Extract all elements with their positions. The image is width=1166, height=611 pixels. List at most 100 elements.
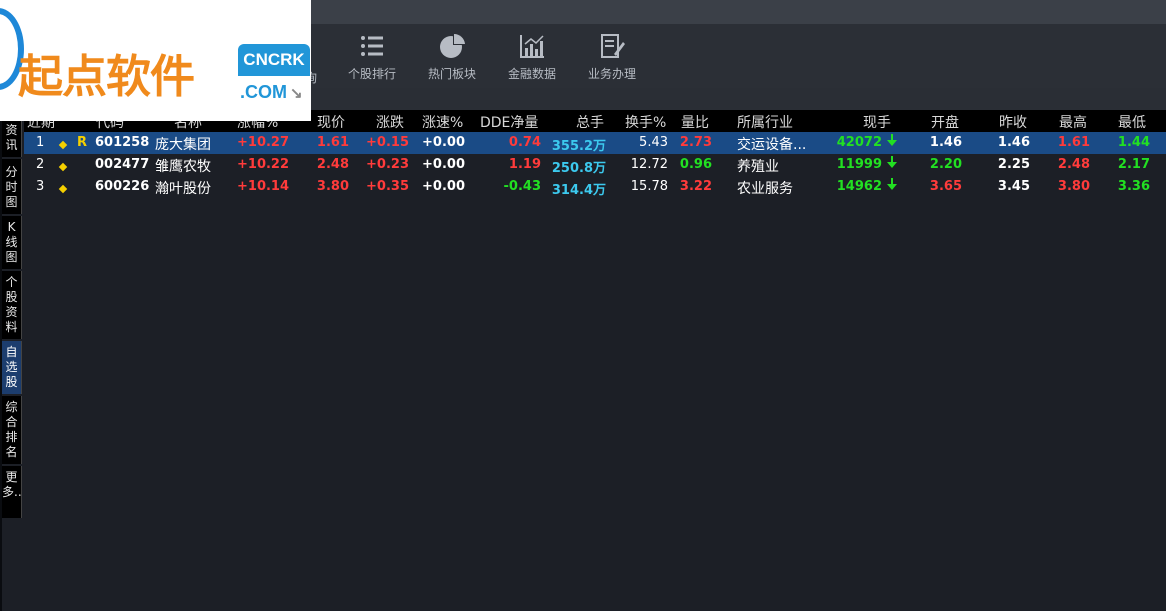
row-speed: +0.00 <box>422 135 465 150</box>
favorite-diamond-icon <box>58 159 68 174</box>
row-cur-volume: 42072 <box>836 135 882 150</box>
row-code: 600226 <box>95 179 150 194</box>
pie-chart-icon <box>440 33 465 58</box>
external-arrow-icon: ↘ <box>290 85 303 102</box>
list-icon <box>361 36 383 56</box>
row-low: 3.36 <box>1117 179 1150 194</box>
logo-brand: 起点软件 <box>18 50 195 103</box>
header-speed[interactable]: 涨速% <box>422 112 463 132</box>
side-tab-more[interactable]: 更多.. <box>2 466 22 518</box>
row-code: 002477 <box>95 157 150 172</box>
row-index: 3 <box>36 179 45 194</box>
row-prev-close: 3.45 <box>997 179 1030 194</box>
row-speed: +0.00 <box>422 179 465 194</box>
row-code: 601258 <box>95 135 150 150</box>
toolbar-label: 业务办理 <box>587 67 636 81</box>
logo-badge-bottom: .COM ↘ <box>238 78 311 106</box>
header-cur-volume[interactable]: 现手 <box>863 112 891 132</box>
row-cur-volume: 11999 <box>836 157 882 172</box>
logo-badge-top: CNCRK <box>238 44 310 76</box>
row-open: 1.46 <box>929 135 962 150</box>
row-open: 2.20 <box>929 157 962 172</box>
row-pct: +10.27 <box>237 135 290 150</box>
watermark-logo: 起点软件 CNCRK .COM ↘ <box>0 0 311 121</box>
header-turnover[interactable]: 换手% <box>625 112 666 132</box>
row-industry: 交运设备... <box>737 137 807 153</box>
row-turnover: 12.72 <box>630 157 668 172</box>
row-pct: +10.14 <box>237 179 290 194</box>
header-industry[interactable]: 所属行业 <box>737 112 793 132</box>
row-high: 3.80 <box>1057 179 1090 194</box>
favorite-diamond-icon <box>58 137 68 152</box>
row-price: 3.80 <box>316 179 349 194</box>
row-change: +0.15 <box>366 135 409 150</box>
header-dde[interactable]: DDE净量 <box>480 112 538 132</box>
row-dde: 1.19 <box>508 157 541 172</box>
row-high: 1.61 <box>1057 135 1090 150</box>
header-low[interactable]: 最低 <box>1118 112 1146 132</box>
row-dde: -0.43 <box>503 179 541 194</box>
favorite-diamond-icon <box>58 181 68 196</box>
row-volume: 250.8万 <box>551 161 606 176</box>
row-volume: 355.2万 <box>551 139 606 154</box>
row-low: 1.44 <box>1117 135 1150 150</box>
document-edit-icon <box>601 34 625 58</box>
header-prev-close[interactable]: 昨收 <box>999 112 1027 132</box>
header-open[interactable]: 开盘 <box>931 112 959 132</box>
toolbar-label: 热门板块 <box>427 67 476 81</box>
side-tabs: 资讯 分时图 K线图 个股资料 自选股 综合排名 更多.. <box>2 121 22 520</box>
row-open: 3.65 <box>929 179 962 194</box>
side-tab-watchlist[interactable]: 自选股 <box>2 341 22 394</box>
toolbar-item-stock-ranking[interactable]: 个股排行 <box>333 32 411 82</box>
down-arrow-icon <box>885 156 897 173</box>
row-change: +0.23 <box>366 157 409 172</box>
table-row[interactable]: 2 002477 雏鹰农牧 +10.22 2.48 +0.23 +0.00 1.… <box>24 154 1166 176</box>
row-turnover: 15.78 <box>630 179 668 194</box>
toolbar-item-business[interactable]: 业务办理 <box>573 32 651 82</box>
row-industry: 养殖业 <box>737 159 779 175</box>
row-industry: 农业服务 <box>737 181 793 197</box>
row-high: 2.48 <box>1057 157 1090 172</box>
header-high[interactable]: 最高 <box>1059 112 1087 132</box>
row-ratio: 0.96 <box>679 157 712 172</box>
row-index: 1 <box>36 135 45 150</box>
header-ratio[interactable]: 量比 <box>681 112 709 132</box>
row-prev-close: 1.46 <box>997 135 1030 150</box>
table-row[interactable]: 3 600226 瀚叶股份 +10.14 3.80 +0.35 +0.00 -0… <box>24 176 1166 198</box>
side-tab-intraday[interactable]: 分时图 <box>2 159 22 214</box>
header-price[interactable]: 现价 <box>317 112 345 132</box>
side-tab-ranking[interactable]: 综合排名 <box>2 396 22 464</box>
toolbar-label: 金融数据 <box>507 67 556 81</box>
logo-badge-bottom-text: .COM <box>240 82 287 102</box>
row-ratio: 2.73 <box>679 135 712 150</box>
side-tab-news[interactable]: 资讯 <box>2 121 22 157</box>
header-change[interactable]: 涨跌 <box>376 112 404 132</box>
row-dde: 0.74 <box>508 135 541 150</box>
down-arrow-icon <box>885 178 897 195</box>
row-turnover: 5.43 <box>639 135 668 150</box>
row-volume: 314.4万 <box>551 183 606 198</box>
row-cur-volume: 14962 <box>836 179 882 194</box>
side-tab-profile[interactable]: 个股资料 <box>2 271 22 339</box>
row-flag: R <box>77 135 88 150</box>
row-price: 2.48 <box>316 157 349 172</box>
down-arrow-icon <box>885 134 897 151</box>
row-name: 瀚叶股份 <box>155 181 211 197</box>
row-prev-close: 2.25 <box>997 157 1030 172</box>
side-tab-kline[interactable]: K线图 <box>2 216 22 269</box>
header-volume[interactable]: 总手 <box>576 112 604 132</box>
row-speed: +0.00 <box>422 157 465 172</box>
row-pct: +10.22 <box>237 157 290 172</box>
row-ratio: 3.22 <box>679 179 712 194</box>
bar-chart-icon <box>520 35 544 58</box>
table-row[interactable]: 1 R 601258 庞大集团 +10.27 1.61 +0.15 +0.00 … <box>24 132 1166 154</box>
row-index: 2 <box>36 157 45 172</box>
row-change: +0.35 <box>366 179 409 194</box>
row-low: 2.17 <box>1117 157 1150 172</box>
row-price: 1.61 <box>316 135 349 150</box>
row-name: 雏鹰农牧 <box>155 159 211 175</box>
toolbar-label: 个股排行 <box>347 67 396 81</box>
toolbar-item-hot-sectors[interactable]: 热门板块 <box>413 32 491 82</box>
row-name: 庞大集团 <box>155 137 211 153</box>
toolbar-item-financial-data[interactable]: 金融数据 <box>493 32 571 82</box>
